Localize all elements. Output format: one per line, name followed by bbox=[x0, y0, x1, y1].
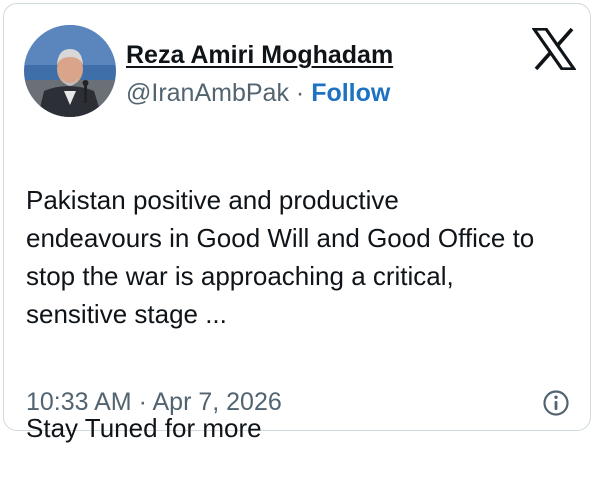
author-handle[interactable]: @IranAmbPak bbox=[126, 79, 289, 107]
avatar[interactable] bbox=[24, 25, 116, 117]
tweet-paragraph: Pakistan positive and productive endeavo… bbox=[26, 185, 535, 329]
avatar-photo bbox=[24, 25, 116, 117]
follow-button[interactable]: Follow bbox=[311, 79, 390, 107]
author-display-name[interactable]: Reza Amiri Moghadam bbox=[126, 41, 393, 69]
tweet-time[interactable]: 10:33 AM bbox=[26, 388, 132, 416]
tweet-card[interactable]: Reza Amiri Moghadam @IranAmbPak · Follow… bbox=[3, 3, 591, 443]
timestamp-separator: · bbox=[138, 388, 147, 416]
tweet-timestamp[interactable]: 10:33 AM · Apr 7, 2026 bbox=[26, 386, 282, 418]
tweet-date[interactable]: Apr 7, 2026 bbox=[153, 388, 282, 416]
author-handle-row: @IranAmbPak · Follow bbox=[126, 78, 390, 108]
x-logo-icon[interactable] bbox=[530, 27, 578, 71]
author-name[interactable]: Reza Amiri Moghadam bbox=[126, 40, 393, 70]
handle-separator: · bbox=[295, 79, 305, 107]
info-icon[interactable] bbox=[542, 389, 570, 417]
